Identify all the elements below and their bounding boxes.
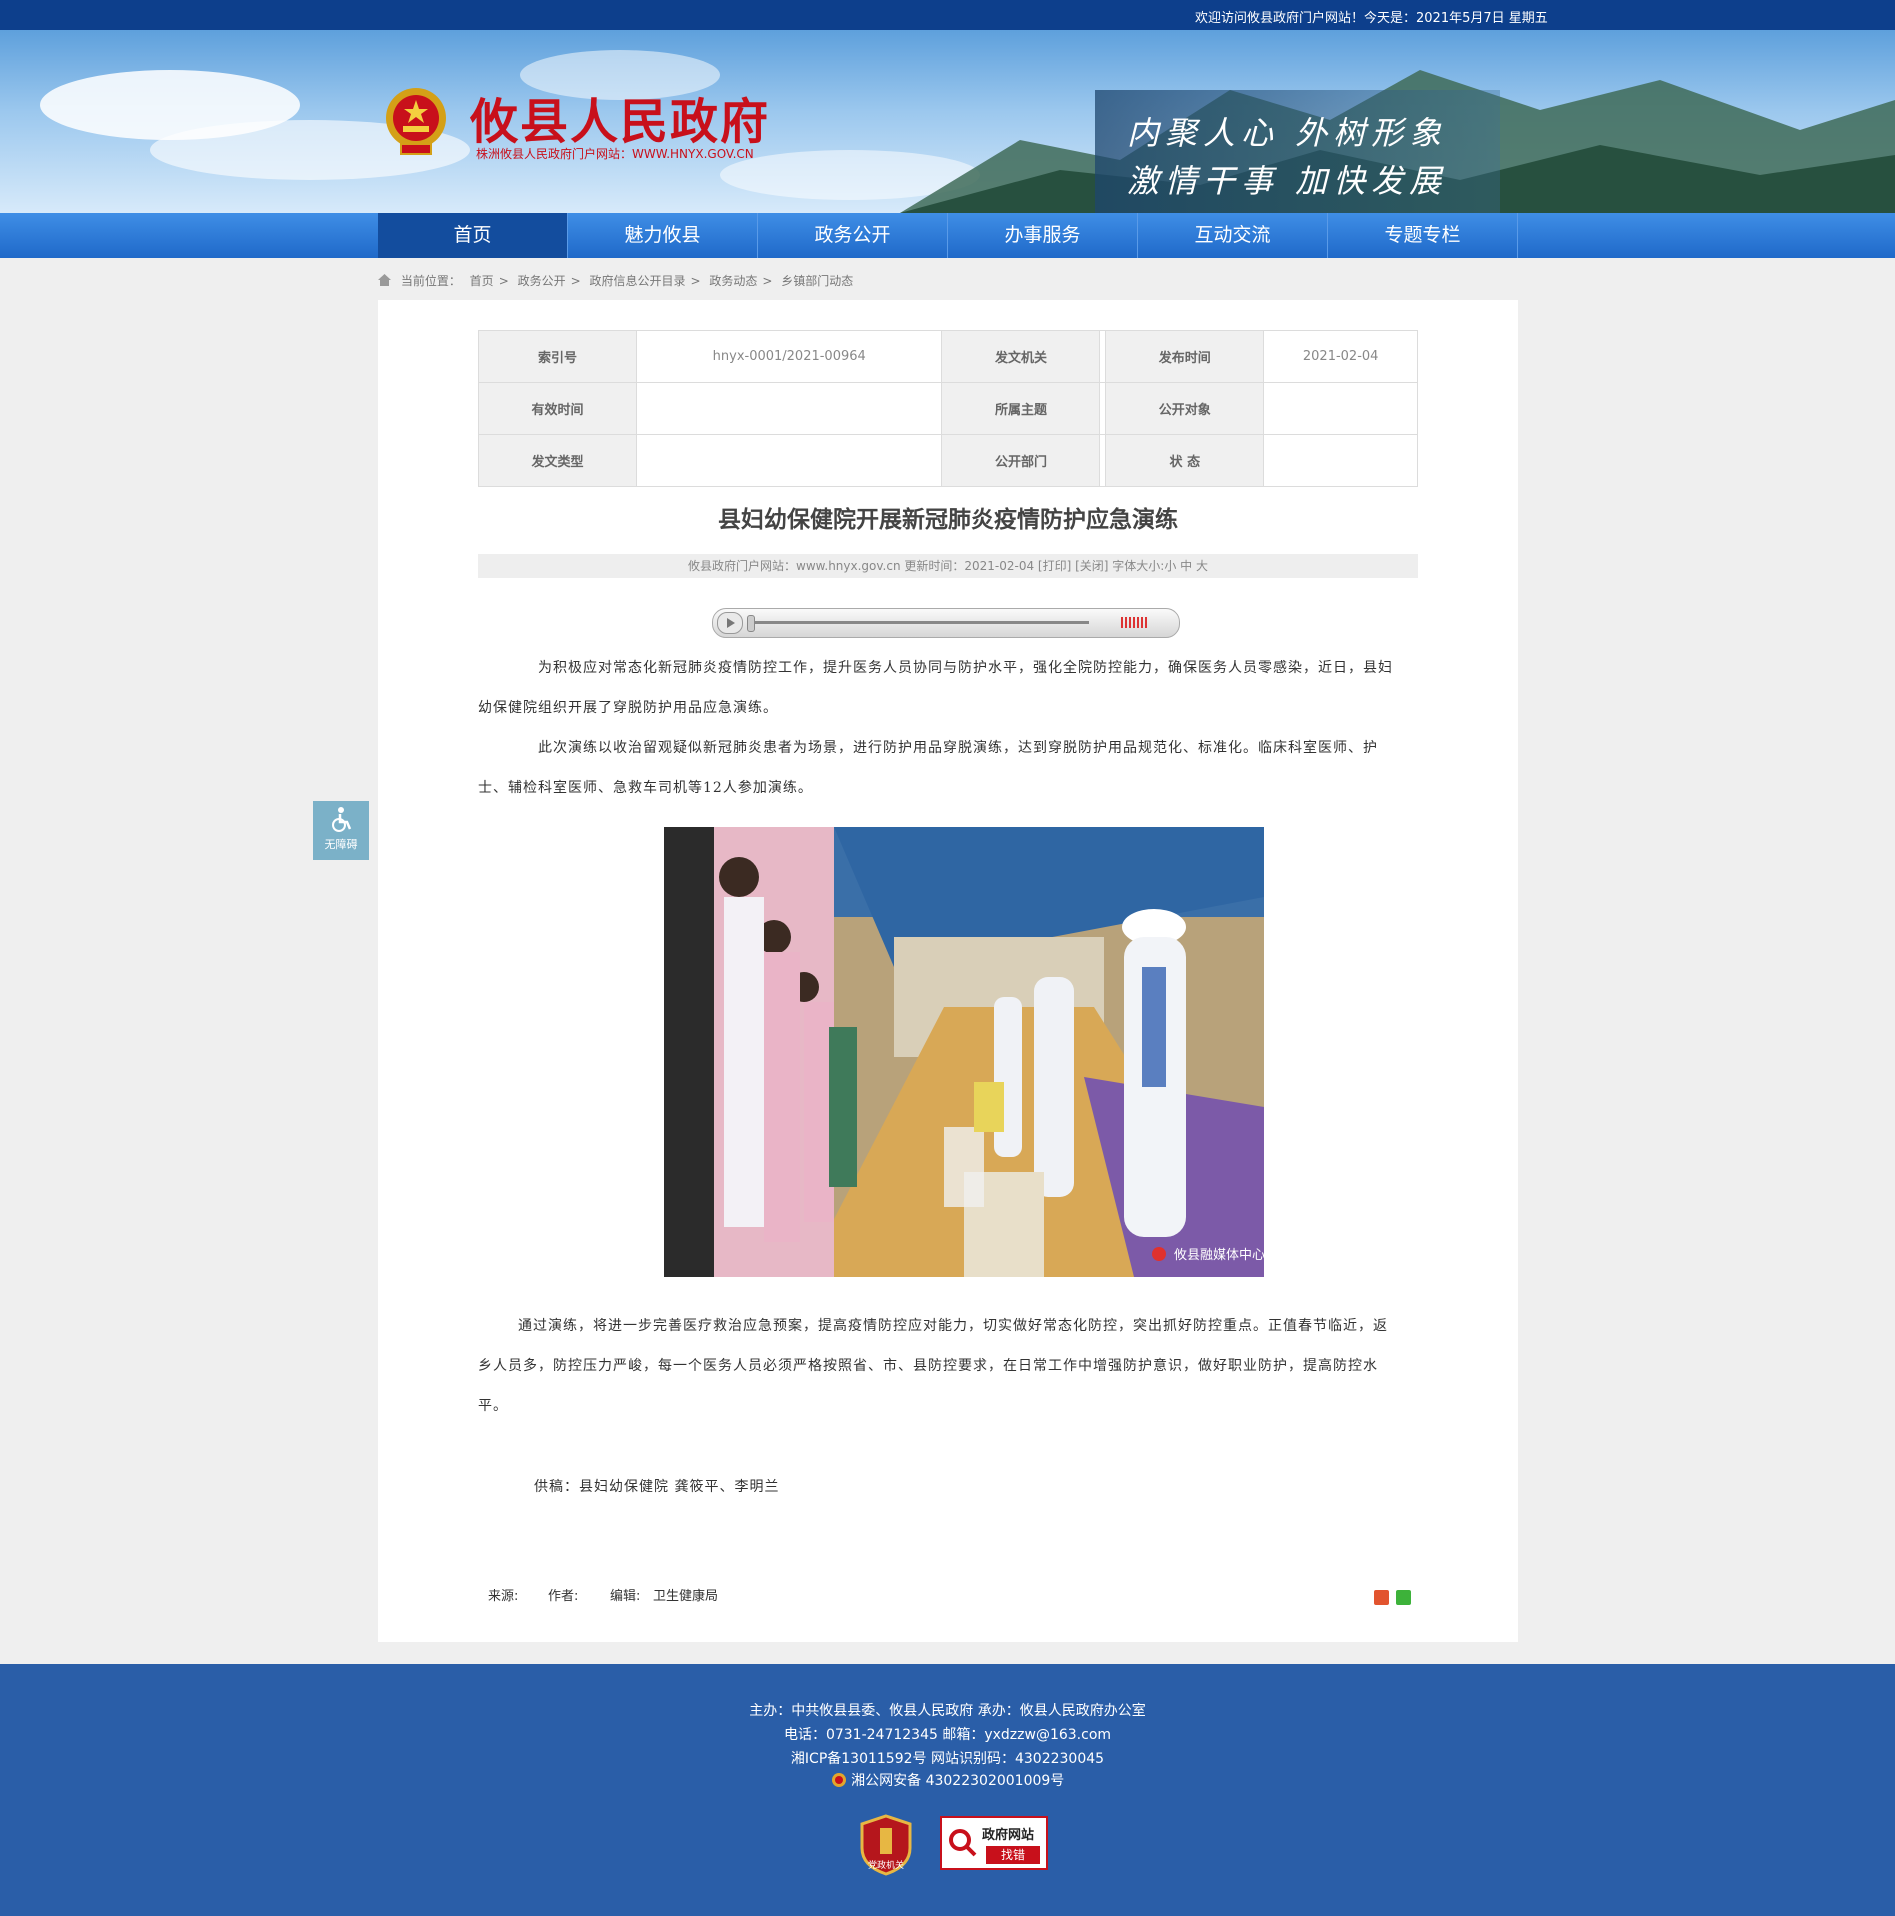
nav-services[interactable]: 办事服务	[948, 213, 1138, 258]
author-label: 作者:	[548, 1589, 579, 1604]
top-bar: 欢迎访问攸县政府门户网站！今天是：2021年5月7日 星期五	[0, 0, 1895, 30]
audio-player	[712, 608, 1180, 638]
slogan-line-1: 内聚人心 外树形象	[1127, 114, 1448, 152]
breadcrumb-item-gov-affairs[interactable]: 政务公开	[518, 274, 566, 288]
table-row: 发文类型 公开部门 状 态	[478, 434, 1418, 487]
breadcrumb-separator: >	[762, 274, 773, 288]
meta-label: 公开部门	[941, 434, 1101, 487]
meta-label: 索引号	[478, 330, 637, 383]
play-button[interactable]	[717, 612, 743, 634]
table-row: 索引号 hnyx-0001/2021-00964 发文机关 发布时间 2021-…	[478, 330, 1418, 383]
weibo-share-icon[interactable]	[1374, 1590, 1389, 1605]
meta-label: 发布时间	[1105, 330, 1265, 383]
home-icon	[378, 274, 391, 286]
article-paragraph-2: 此次演练以收治留观疑似新冠肺炎患者为场景，进行防护用品穿脱演练，达到穿脱防护用品…	[478, 740, 1378, 796]
meta-value	[635, 434, 943, 487]
breadcrumb-separator: >	[690, 274, 701, 288]
article-info-bar[interactable]: 攸县政府门户网站：www.hnyx.gov.cn 更新时间：2021-02-04…	[478, 554, 1418, 578]
nav-gov-affairs[interactable]: 政务公开	[758, 213, 948, 258]
editor-label: 编辑:	[610, 1589, 641, 1604]
breadcrumb-item-gov-news[interactable]: 政务动态	[709, 274, 757, 288]
play-icon	[727, 618, 735, 628]
audio-progress-track[interactable]	[749, 621, 1089, 624]
gov-site-error-report-badge[interactable]: 政府网站 找错	[940, 1816, 1048, 1870]
document-meta-table: 索引号 hnyx-0001/2021-00964 发文机关 发布时间 2021-…	[478, 330, 1418, 487]
accessibility-button[interactable]: 无障碍	[313, 801, 369, 860]
meta-label: 所属主题	[941, 382, 1101, 435]
nav-home[interactable]: 首页	[378, 213, 568, 258]
editor-value: 卫生健康局	[653, 1589, 719, 1604]
drill-photo-illustration: 攸县融媒体中心	[664, 827, 1264, 1277]
accessibility-label: 无障碍	[324, 838, 358, 851]
slogan-panel: 内聚人心 外树形象 激情干事 加快发展	[1095, 90, 1500, 213]
site-title[interactable]: 攸县人民政府	[470, 82, 770, 152]
magnifier-icon	[949, 1829, 977, 1857]
volume-icon[interactable]	[1121, 617, 1147, 628]
article-photo: 攸县融媒体中心	[664, 827, 1264, 1277]
breadcrumb-item-home[interactable]: 首页	[470, 274, 494, 288]
breadcrumb-item-dept-news[interactable]: 乡镇部门动态	[781, 274, 853, 288]
meta-value	[635, 382, 943, 435]
meta-value	[1263, 434, 1418, 487]
footer-police-record[interactable]: 湘公网安备 43022302001009号	[0, 1770, 1895, 1790]
party-gov-badge[interactable]: 党政机关	[860, 1814, 912, 1876]
slogan-line-2: 激情干事 加快发展	[1127, 162, 1448, 200]
article-paragraph-3: 通过演练，将进一步完善医疗救治应急预案，提高疫情防控应对能力，切实做好常态化防控…	[478, 1318, 1388, 1414]
article-paragraph-1: 为积极应对常态化新冠肺炎疫情防控工作，提升医务人员协同与防护水平，强化全院防控能…	[478, 660, 1393, 716]
footer-sponsor: 主办：中共攸县县委、攸县人民政府 承办：攸县人民政府办公室	[749, 1703, 1146, 1719]
meta-label: 发文机关	[941, 330, 1101, 383]
article-credit: 供稿：县妇幼保健院 龚筱平、李明兰	[534, 1479, 780, 1495]
meta-label: 发文类型	[478, 434, 637, 487]
meta-label: 有效时间	[478, 382, 637, 435]
welcome-text: 欢迎访问攸县政府门户网站！今天是：2021年5月7日 星期五	[1195, 11, 1548, 26]
error-badge-title: 政府网站	[982, 1828, 1035, 1843]
wechat-share-icon[interactable]	[1396, 1590, 1411, 1605]
nav-interaction[interactable]: 互动交流	[1138, 213, 1328, 258]
breadcrumb-separator: >	[498, 274, 509, 288]
site-footer: 主办：中共攸县县委、攸县人民政府 承办：攸县人民政府办公室 电话：0731-24…	[0, 1664, 1895, 1916]
header-banner: 内聚人心 外树形象 激情干事 加快发展	[0, 30, 1895, 213]
breadcrumb-item-info-catalog[interactable]: 政府信息公开目录	[589, 274, 685, 288]
meta-value: 2021-02-04	[1263, 330, 1418, 383]
footer-icp[interactable]: 湘ICP备13011592号 网站识别码：4302230045	[0, 1748, 1895, 1768]
table-row: 有效时间 所属主题 公开对象	[478, 382, 1418, 435]
party-gov-badge-text: 党政机关	[867, 1861, 904, 1871]
meta-value: hnyx-0001/2021-00964	[635, 330, 943, 383]
photo-watermark: 攸县融媒体中心	[1174, 1248, 1264, 1263]
breadcrumb: 当前位置： 首页 > 政务公开 > 政府信息公开目录 > 政务动态 > 乡镇部门动态	[378, 272, 858, 289]
footer-police-text: 湘公网安备 43022302001009号	[851, 1773, 1065, 1789]
breadcrumb-separator: >	[570, 274, 581, 288]
national-emblem-icon	[386, 88, 446, 155]
source-label: 来源:	[488, 1589, 519, 1604]
meta-label: 状 态	[1105, 434, 1265, 487]
footer-contact: 电话：0731-24712345 邮箱：yxdzzw@163.com	[783, 1727, 1112, 1743]
site-subtitle: 株洲攸县人民政府门户网站：WWW.HNYX.GOV.CN	[476, 147, 754, 161]
article-title: 县妇幼保健院开展新冠肺炎疫情防护应急演练	[718, 507, 1178, 533]
wheelchair-icon	[332, 807, 352, 832]
breadcrumb-prefix: 当前位置：	[400, 274, 461, 288]
meta-value	[1263, 382, 1418, 435]
police-badge-icon	[831, 1773, 846, 1787]
nav-charm-youxian[interactable]: 魅力攸县	[568, 213, 758, 258]
nav-special-topics[interactable]: 专题专栏	[1328, 213, 1518, 258]
main-nav: 首页 魅力攸县 政务公开 办事服务 互动交流 专题专栏	[0, 213, 1895, 258]
meta-label: 公开对象	[1105, 382, 1265, 435]
audio-progress-handle[interactable]	[747, 615, 755, 632]
error-badge-action: 找错	[986, 1846, 1040, 1864]
